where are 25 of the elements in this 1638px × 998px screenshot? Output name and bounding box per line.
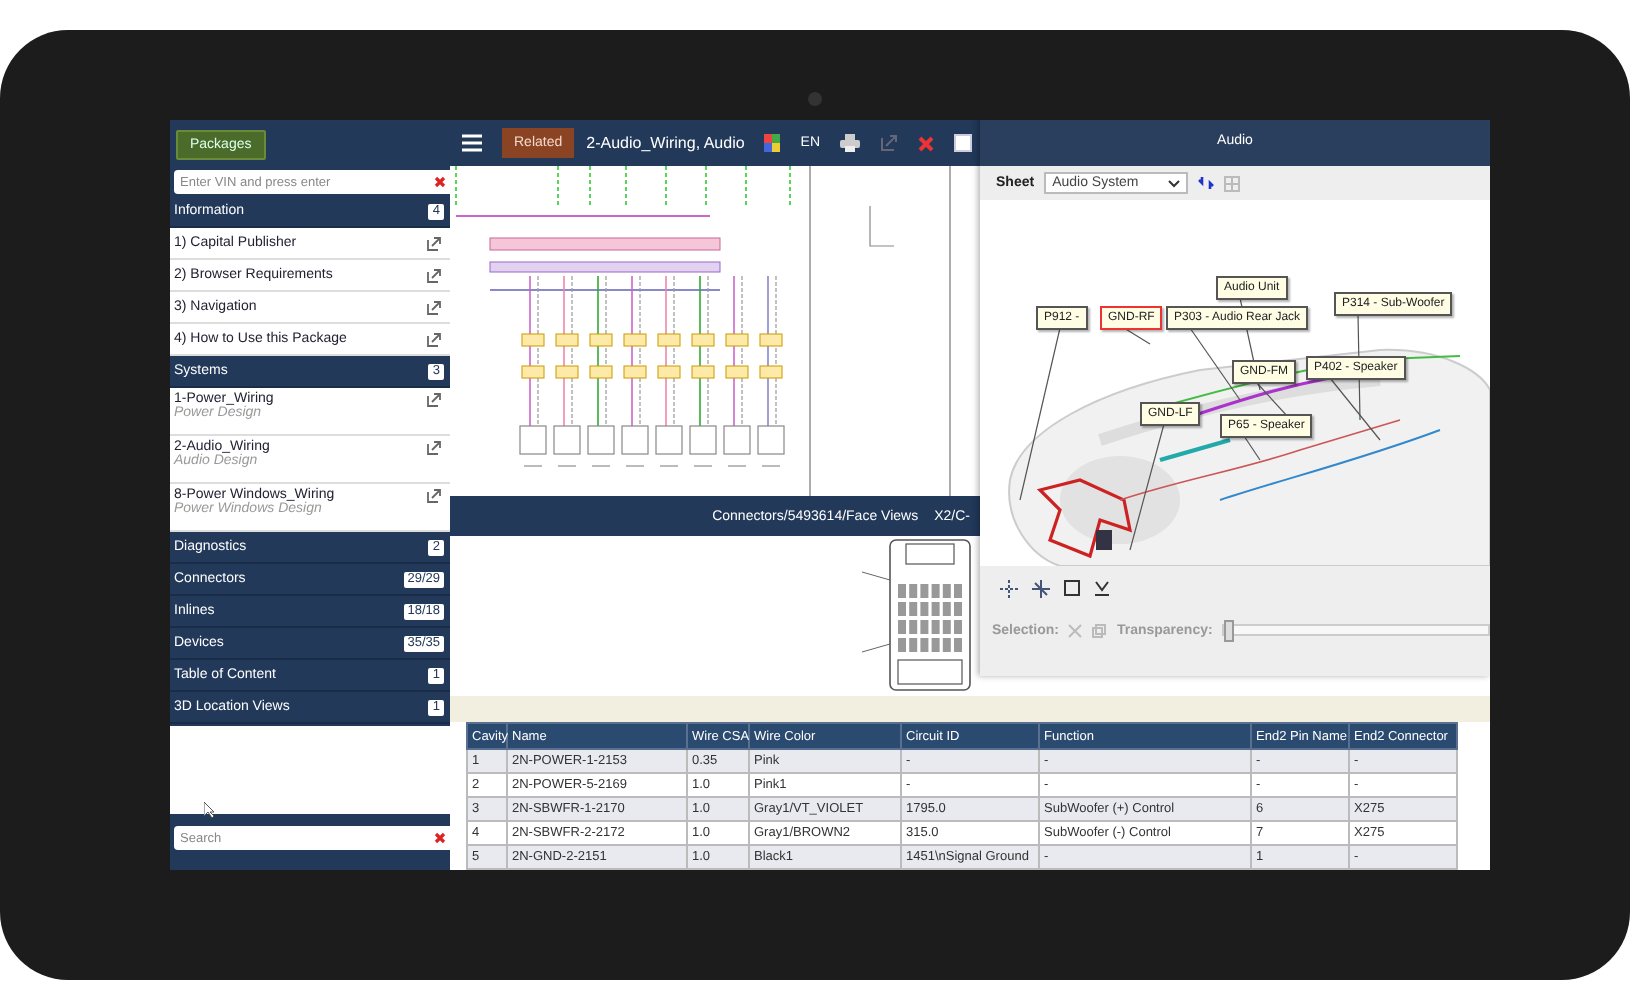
chevron-down-icon <box>1168 179 1181 187</box>
menu-icon[interactable] <box>462 134 482 152</box>
print-icon[interactable] <box>840 134 861 152</box>
slider-thumb[interactable] <box>1224 620 1235 642</box>
document-title: 2-Audio_Wiring, Audio <box>586 134 745 152</box>
external-link-icon[interactable] <box>426 488 442 504</box>
external-link-icon[interactable] <box>426 299 442 315</box>
leader-line <box>1123 327 1151 345</box>
external-link-icon[interactable] <box>426 392 442 408</box>
mouse-cursor-icon <box>204 802 214 818</box>
square-icon[interactable] <box>1064 580 1080 596</box>
asterisk-icon[interactable] <box>1032 579 1050 597</box>
external-link-icon[interactable] <box>426 267 442 283</box>
close-icon[interactable] <box>918 135 935 151</box>
window-icon[interactable] <box>954 134 973 152</box>
leader-line <box>1129 423 1165 551</box>
external-link-icon[interactable] <box>426 440 442 456</box>
leader-line <box>1243 435 1261 461</box>
external-link-icon[interactable] <box>426 235 442 251</box>
refresh-icon[interactable] <box>1198 174 1215 192</box>
pan-icon[interactable] <box>1000 579 1018 597</box>
transparency-slider[interactable] <box>1222 624 1490 636</box>
download-icon[interactable] <box>1094 580 1110 596</box>
color-grid-icon[interactable] <box>764 134 781 152</box>
external-link-icon[interactable] <box>426 331 442 347</box>
